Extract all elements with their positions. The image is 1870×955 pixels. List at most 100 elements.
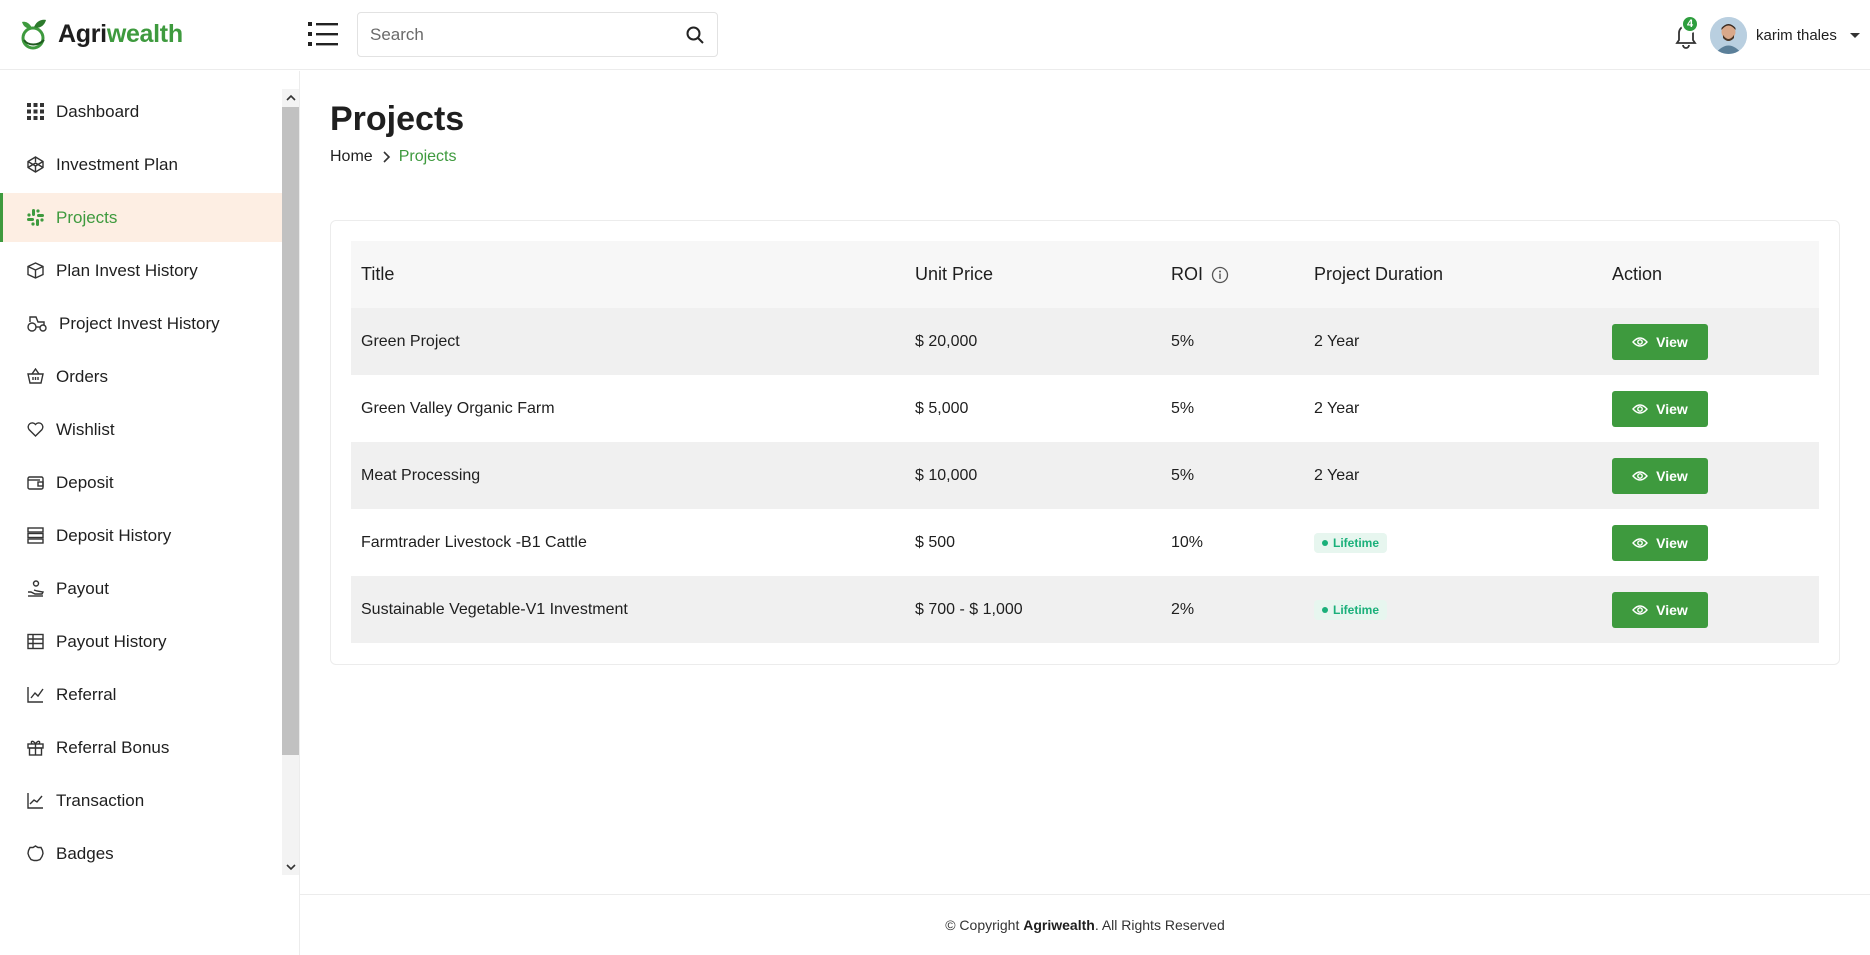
cell-unit-price: $ 10,000	[915, 466, 978, 484]
cell-unit-price: $ 20,000	[915, 332, 978, 350]
cell-roi: 5%	[1171, 399, 1195, 417]
menu-toggle-icon[interactable]	[308, 20, 338, 48]
search-box	[357, 12, 718, 57]
cell-roi: 5%	[1171, 332, 1195, 350]
cell-action: View	[1602, 375, 1819, 442]
avatar	[1710, 16, 1747, 54]
sidebar-item-dashboard[interactable]: Dashboard	[0, 87, 282, 136]
notification-count-badge: 4	[1681, 15, 1699, 33]
sidebar-item-badges[interactable]: Badges	[0, 829, 282, 878]
sidebar-item-label: Wishlist	[56, 419, 115, 439]
sidebar-item-referral[interactable]: Referral	[0, 670, 282, 719]
sidebar-nav: Dashboard Investment Plan Projects Plan …	[0, 87, 282, 882]
cell-unit-price: $ 5,000	[915, 399, 969, 417]
view-button-label: View	[1656, 534, 1688, 551]
wallet-icon	[27, 476, 44, 490]
footer-brand[interactable]: Agriwealth	[1023, 917, 1095, 933]
projects-card: Title Unit Price ROI Project Duration Ac…	[330, 220, 1840, 665]
chevron-down-icon	[1849, 32, 1860, 38]
server-icon	[27, 527, 44, 544]
badge-icon	[27, 845, 44, 862]
eye-icon	[1632, 537, 1649, 548]
view-button[interactable]: View	[1612, 524, 1708, 561]
sidebar-item-label: Referral Bonus	[56, 737, 170, 757]
sidebar-item-label: Dashboard	[56, 101, 140, 121]
view-button-label: View	[1656, 467, 1688, 484]
tractor-icon	[27, 316, 47, 332]
eye-icon	[1632, 336, 1649, 347]
slack-icon	[27, 209, 44, 226]
cell-duration: 2 Year	[1314, 466, 1360, 484]
logo-text: Agriwealth	[58, 19, 183, 48]
cell-action: View	[1602, 576, 1819, 643]
sidebar-item-label: Referral	[56, 684, 117, 704]
sidebar-item-orders[interactable]: Orders	[0, 352, 282, 401]
sidebar-item-deposit[interactable]: Deposit	[0, 458, 282, 507]
trend-icon	[27, 793, 43, 809]
table-row: Meat Processing $ 10,000 5% 2 Year View	[351, 442, 1819, 509]
view-button[interactable]: View	[1612, 591, 1708, 628]
grid-icon	[27, 103, 44, 120]
breadcrumb-current: Projects	[398, 148, 457, 165]
chart-line-icon	[27, 687, 44, 703]
cell-action: View	[1602, 442, 1819, 509]
top-header: Agriwealth 4 karim thales	[0, 0, 1870, 70]
header-roi: ROI	[1161, 241, 1304, 308]
logo[interactable]: Agriwealth	[18, 14, 183, 54]
footer-prefix: © Copyright	[945, 917, 1020, 933]
codepen-icon	[27, 156, 44, 173]
sidebar-item-plan-invest-history[interactable]: Plan Invest History	[0, 246, 282, 295]
view-button-label: View	[1656, 601, 1688, 618]
cell-title: Meat Processing	[361, 466, 481, 484]
view-button[interactable]: View	[1612, 323, 1708, 360]
sidebar-item-transaction[interactable]: Transaction	[0, 776, 282, 825]
sidebar-item-project-invest-history[interactable]: Project Invest History	[0, 299, 282, 348]
sidebar-scrollbar-thumb[interactable]	[282, 107, 299, 755]
box-icon	[27, 262, 44, 279]
view-button[interactable]: View	[1612, 390, 1708, 427]
status-dot-icon	[1322, 606, 1328, 613]
sidebar-item-projects[interactable]: Projects	[0, 193, 282, 242]
cell-duration: Lifetime	[1304, 576, 1602, 643]
status-dot-icon	[1322, 539, 1328, 546]
user-name: karim thales	[1756, 26, 1837, 44]
sidebar-item-payout-history[interactable]: Payout History	[0, 617, 282, 666]
table-icon	[27, 633, 44, 650]
cell-title: Green Project	[361, 332, 460, 350]
sidebar-item-payout[interactable]: Payout	[0, 564, 282, 613]
user-menu[interactable]: karim thales	[1710, 16, 1860, 54]
cell-action: View	[1602, 509, 1819, 576]
scroll-down-icon[interactable]	[282, 859, 299, 875]
eye-icon	[1632, 470, 1649, 481]
sidebar-item-label: Orders	[56, 366, 108, 386]
header-roi-label: ROI	[1171, 264, 1204, 284]
sidebar-item-label: Project Invest History	[59, 313, 220, 333]
info-icon[interactable]	[1211, 266, 1229, 284]
basket-icon	[27, 368, 44, 384]
view-button-label: View	[1656, 400, 1688, 417]
header-duration: Project Duration	[1314, 264, 1444, 284]
sidebar-item-label: Payout	[56, 578, 109, 598]
search-icon[interactable]	[673, 13, 717, 56]
header-action: Action	[1612, 264, 1663, 284]
sidebar-item-deposit-history[interactable]: Deposit History	[0, 511, 282, 560]
table-header-row: Title Unit Price ROI Project Duration Ac…	[351, 241, 1819, 308]
sidebar-item-label: Payout History	[56, 631, 167, 651]
cell-roi: 5%	[1171, 466, 1195, 484]
search-input[interactable]	[358, 13, 673, 56]
table-row: Green Project $ 20,000 5% 2 Year View	[351, 308, 1819, 375]
breadcrumb-home[interactable]: Home	[330, 148, 373, 166]
cell-duration: Lifetime	[1304, 509, 1602, 576]
hand-coin-icon	[28, 580, 44, 597]
sidebar-item-investment-plan[interactable]: Investment Plan	[0, 140, 282, 189]
sidebar-item-label: Plan Invest History	[56, 260, 198, 280]
projects-table: Title Unit Price ROI Project Duration Ac…	[351, 241, 1819, 643]
lifetime-badge: Lifetime	[1314, 599, 1388, 620]
sidebar-item-referral-bonus[interactable]: Referral Bonus	[0, 723, 282, 772]
table-row: Farmtrader Livestock -B1 Cattle $ 500 10…	[351, 509, 1819, 576]
sidebar-item-wishlist[interactable]: Wishlist	[0, 405, 282, 454]
lifetime-badge-label: Lifetime	[1333, 535, 1380, 550]
view-button[interactable]: View	[1612, 457, 1708, 494]
header-title: Title	[361, 264, 395, 284]
scroll-up-icon[interactable]	[282, 90, 299, 106]
